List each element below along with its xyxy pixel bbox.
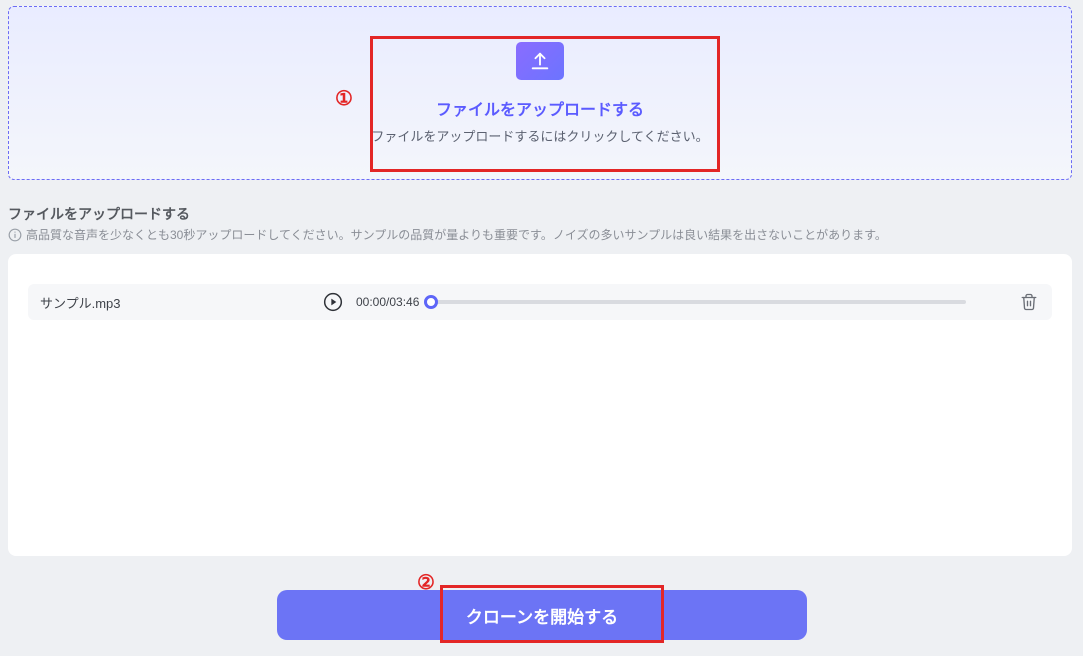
playback-time: 00:00/03:46 bbox=[356, 295, 419, 309]
start-clone-button[interactable]: クローンを開始する bbox=[277, 590, 807, 640]
upload-dropzone[interactable]: ファイルをアップロードする ファイルをアップロードするにはクリックしてください。 bbox=[8, 6, 1072, 180]
hint-text: 高品質な音声を少なくとも30秒アップロードしてください。サンプルの品質が量よりも… bbox=[26, 226, 887, 243]
files-panel: サンプル.mp3 00:00/03:46 bbox=[8, 254, 1072, 556]
play-button[interactable] bbox=[322, 291, 344, 313]
slider-track bbox=[431, 300, 966, 304]
delete-button[interactable] bbox=[1018, 291, 1040, 313]
playback-slider[interactable] bbox=[431, 292, 966, 312]
upload-title: ファイルをアップロードする bbox=[436, 96, 644, 120]
upload-subtitle: ファイルをアップロードするにはクリックしてください。 bbox=[371, 126, 708, 145]
annotation-number-1: ① bbox=[335, 86, 353, 111]
section-title: ファイルをアップロードする bbox=[8, 204, 190, 224]
file-row: サンプル.mp3 00:00/03:46 bbox=[28, 284, 1052, 320]
info-icon bbox=[8, 228, 22, 242]
file-name: サンプル.mp3 bbox=[40, 293, 310, 312]
slider-thumb[interactable] bbox=[424, 295, 438, 309]
upload-icon bbox=[516, 42, 564, 80]
hint-row: 高品質な音声を少なくとも30秒アップロードしてください。サンプルの品質が量よりも… bbox=[8, 226, 887, 243]
